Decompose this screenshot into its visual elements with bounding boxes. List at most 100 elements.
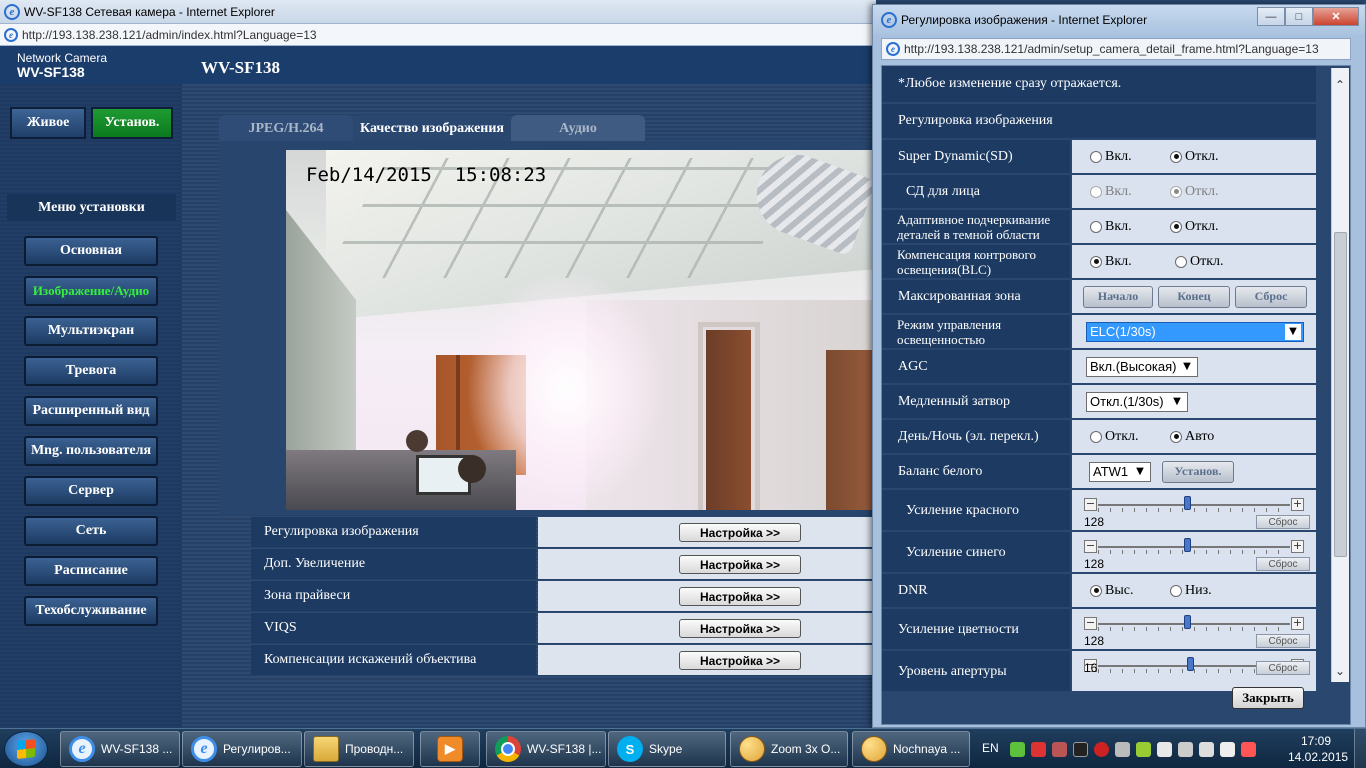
blue-gain-reset-button[interactable]: Сброс [1256,557,1310,571]
tray-network-icon[interactable] [1199,741,1214,757]
face-sd-off-radio[interactable]: Откл. [1170,184,1219,200]
tray-update-icon[interactable] [1136,741,1151,757]
start-button[interactable] [4,731,48,767]
aperture-slider-knob[interactable] [1187,657,1194,671]
blue-gain-slider[interactable]: − + [1084,538,1304,554]
chroma-gain-minus-button[interactable]: − [1084,617,1097,630]
red-gain-slider[interactable]: − + [1084,496,1304,512]
menu-item-5[interactable]: Расширенный вид [24,396,158,426]
slow-shutter-select[interactable]: Откл.(1/30s) ▼ [1086,391,1188,412]
taskbar-item-paint-zoom[interactable]: Zoom 3x O... [730,731,848,767]
privacy-zone-setup-button[interactable]: Настройка >> [679,587,801,606]
scrollbar-thumb[interactable] [1334,232,1347,557]
chroma-gain-value: 128 [1084,634,1105,648]
white-balance-select[interactable]: ATW1 ▼ [1089,461,1151,482]
taskbar-item-popup-ie[interactable]: e Регулиров... [182,731,302,767]
taskbar-item-media-player[interactable]: ▶ [420,731,480,767]
live-button[interactable]: Живое [10,107,86,139]
taskbar-item-chrome[interactable]: WV-SF138 |... [486,731,606,767]
day-night-off-radio[interactable]: Откл. [1090,429,1139,445]
blue-gain-label: Усиление синего [882,532,1070,572]
close-popup-button[interactable]: Закрыть [1232,687,1304,709]
mask-reset-button[interactable]: Сброс [1235,285,1307,308]
white-balance-set-button[interactable]: Установ. [1162,460,1234,483]
main-address-bar[interactable]: e http://193.138.238.121/admin/index.htm… [0,24,876,46]
tab-image-quality[interactable]: Качество изображения [353,115,511,143]
super-dynamic-label: Super Dynamic(SD) [882,140,1070,173]
row-white-balance: Баланс белого ATW1 ▼ Установ. [882,455,1316,488]
tray-shield-icon[interactable] [1094,741,1109,757]
super-dynamic-off-radio[interactable]: Откл. [1170,149,1219,165]
lens-distortion-setup-button[interactable]: Настройка >> [679,651,801,670]
setup-button[interactable]: Установ. [91,107,173,139]
blue-gain-minus-button[interactable]: − [1084,540,1097,553]
red-gain-reset-button[interactable]: Сброс [1256,515,1310,529]
blue-gain-cell: − + 128 Сброс [1072,532,1316,572]
blc-off-radio[interactable]: Откл. [1175,254,1224,270]
tray-monitor-icon[interactable] [1073,741,1088,757]
minimize-button[interactable]: — [1257,7,1285,26]
tray-app-icon[interactable] [1010,741,1025,757]
tab-audio[interactable]: Аудио [511,115,645,143]
menu-item-9[interactable]: Расписание [24,556,158,586]
light-control-select[interactable]: ELC(1/30s) ▼ [1086,321,1304,342]
image-adjust-setup-button[interactable]: Настройка >> [679,523,801,542]
adaptive-black-off-radio[interactable]: Откл. [1170,219,1219,235]
tab-jpeg-h264[interactable]: JPEG/H.264 [219,115,353,143]
dnr-high-radio[interactable]: Выс. [1090,583,1133,599]
agc-cell: Вкл.(Высокая) ▼ [1072,350,1316,383]
taskbar-item-main-ie[interactable]: e WV-SF138 ... [60,731,180,767]
red-gain-plus-button[interactable]: + [1291,498,1304,511]
tray-usb-icon[interactable] [1178,741,1193,757]
blue-gain-slider-knob[interactable] [1184,538,1191,552]
menu-item-4[interactable]: Тревога [24,356,158,386]
menu-item-8[interactable]: Сеть [24,516,158,546]
close-window-button[interactable]: ✕ [1313,7,1359,26]
blc-on-radio[interactable]: Вкл. [1090,254,1132,270]
tray-gadget-icon[interactable] [1115,741,1130,757]
popup-address-bar[interactable]: e http://193.138.238.121/admin/setup_cam… [881,38,1351,60]
super-dynamic-on-radio[interactable]: Вкл. [1090,149,1132,165]
language-indicator[interactable]: EN [982,741,999,755]
taskbar-item-paint-nochnaya[interactable]: Nochnaya ... [852,731,970,767]
show-desktop-button[interactable] [1354,729,1366,768]
dnr-low-radio[interactable]: Низ. [1170,583,1212,599]
mask-start-button[interactable]: Начало [1083,285,1153,308]
menu-item-2[interactable]: Изображение/Аудио [24,276,158,306]
menu-item-7[interactable]: Сервер [24,476,158,506]
extra-zoom-setup-button[interactable]: Настройка >> [679,555,801,574]
chroma-gain-slider-knob[interactable] [1184,615,1191,629]
face-sd-on-radio[interactable]: Вкл. [1090,184,1132,200]
popup-scrollbar[interactable]: ⌃ ⌄ [1331,68,1349,682]
mask-end-button[interactable]: Конец [1158,285,1230,308]
chroma-gain-plus-button[interactable]: + [1291,617,1304,630]
row-light-control-mode: Режим управления освещенностью ELC(1/30s)… [882,315,1316,348]
taskbar-item-skype[interactable]: S Skype [608,731,726,767]
aperture-reset-button[interactable]: Сброс [1256,661,1310,675]
agc-select[interactable]: Вкл.(Высокая) ▼ [1086,356,1198,377]
menu-item-10[interactable]: Техобслуживание [24,596,158,626]
viqs-setup-button[interactable]: Настройка >> [679,619,801,638]
blue-gain-value: 128 [1084,557,1105,571]
tray-antivirus-icon[interactable] [1031,741,1046,757]
tray-volume-icon[interactable] [1220,741,1235,757]
taskbar-item-explorer[interactable]: Проводн... [304,731,414,767]
adaptive-black-on-radio[interactable]: Вкл. [1090,219,1132,235]
scroll-up-icon[interactable]: ⌃ [1335,78,1345,92]
red-gain-slider-knob[interactable] [1184,496,1191,510]
scroll-down-icon[interactable]: ⌄ [1335,664,1345,678]
menu-item-1[interactable]: Основная [24,236,158,266]
red-gain-minus-button[interactable]: − [1084,498,1097,511]
tray-document-icon[interactable] [1157,741,1172,757]
menu-item-3[interactable]: Мультиэкран [24,316,158,346]
taskbar-clock[interactable]: 17:09 14.02.2015 [1288,733,1348,765]
maximize-button[interactable]: □ [1285,7,1313,26]
chroma-gain-reset-button[interactable]: Сброс [1256,634,1310,648]
menu-item-6[interactable]: Mng. пользователя [24,436,158,466]
light-control-label: Режим управления освещенностью [882,315,1070,348]
tray-tool-icon[interactable] [1052,741,1067,757]
chroma-gain-slider[interactable]: − + [1084,615,1304,631]
tray-action-center-icon[interactable] [1241,741,1256,757]
day-night-auto-radio[interactable]: Авто [1170,429,1214,445]
blue-gain-plus-button[interactable]: + [1291,540,1304,553]
